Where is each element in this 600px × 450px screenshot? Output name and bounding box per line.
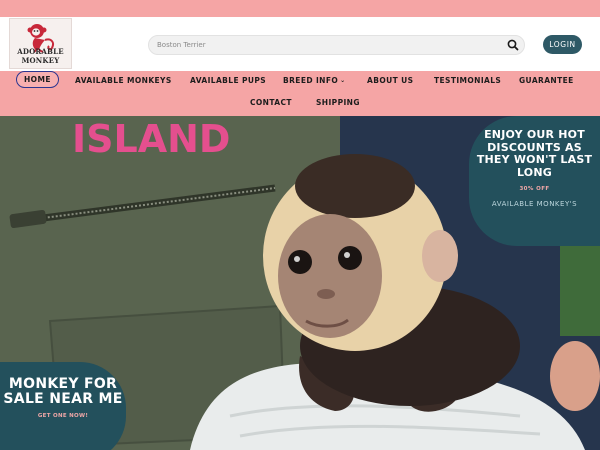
nav-breed-info[interactable]: BREED INFO ⌄ — [283, 76, 346, 85]
search-input[interactable] — [157, 38, 487, 52]
nav-breed-info-label: BREED INFO — [283, 76, 339, 85]
search-bar[interactable] — [148, 35, 525, 55]
discount-percent: 30% OFF — [519, 186, 550, 192]
nav-shipping[interactable]: SHIPPING — [316, 98, 360, 107]
main-nav: HOME AVAILABLE MONKEYS AVAILABLE PUPS BR… — [0, 71, 600, 116]
login-button[interactable]: LOGIN — [543, 35, 582, 54]
sale-promo[interactable]: MONKEY FOR SALE NEAR ME GET ONE NOW! — [0, 362, 126, 450]
get-one-now-link[interactable]: GET ONE NOW! — [0, 413, 126, 419]
sale-headline: MONKEY FOR SALE NEAR ME — [3, 376, 123, 407]
top-strip — [0, 0, 600, 17]
nav-guarantee[interactable]: GUARANTEE — [519, 76, 574, 85]
site-logo[interactable]: ADORABLE MONKEY — [9, 18, 72, 69]
nav-available-monkeys[interactable]: AVAILABLE MONKEYS — [75, 76, 172, 85]
nav-testimonials[interactable]: TESTIMONIALS — [434, 76, 501, 85]
nav-about-us[interactable]: ABOUT US — [367, 76, 413, 85]
nav-home[interactable]: HOME — [16, 71, 59, 88]
available-monkeys-link[interactable]: AVAILABLE MONKEY'S — [469, 199, 600, 209]
chevron-down-icon: ⌄ — [340, 77, 346, 84]
nav-available-pups[interactable]: AVAILABLE PUPS — [190, 76, 266, 85]
discount-headline: ENJOY OUR HOT DISCOUNTS AS THEY WON'T LA… — [476, 128, 593, 179]
site-header: ADORABLE MONKEY LOGIN — [0, 17, 600, 71]
logo-text: ADORABLE MONKEY — [17, 47, 64, 65]
vest-print-text: ISLAND — [72, 117, 230, 161]
search-icon[interactable] — [506, 38, 520, 52]
nav-contact[interactable]: CONTACT — [250, 98, 292, 107]
discount-promo[interactable]: ENJOY OUR HOT DISCOUNTS AS THEY WON'T LA… — [469, 116, 600, 246]
